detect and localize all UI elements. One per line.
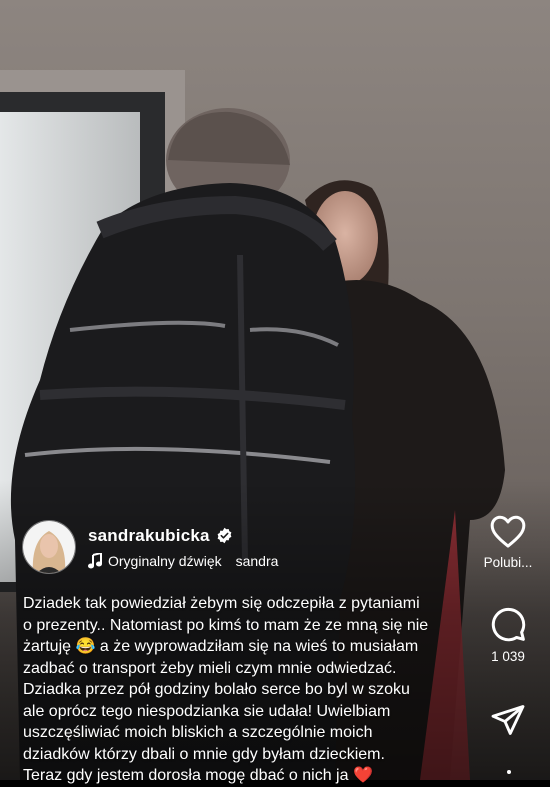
- caption-line: Dziadka przez pół godziny bolało serce b…: [23, 681, 410, 698]
- post-author: sandrakubicka Oryginalny dźwięk sandra: [22, 520, 278, 574]
- caption-line: żartuję 😂 a że wyprowadziłam się na wieś…: [23, 638, 419, 655]
- share-action[interactable]: [478, 702, 538, 738]
- username[interactable]: sandrakubicka: [88, 526, 210, 546]
- audio-title: Oryginalny dźwięk: [108, 552, 222, 569]
- music-note-icon: [88, 552, 102, 568]
- like-action[interactable]: Polubi...: [478, 513, 538, 570]
- comment-bubble-icon[interactable]: [489, 605, 527, 643]
- more-options-icon[interactable]: [507, 770, 511, 774]
- caption-line: ale oprócz tego niespodzianka sie udała!…: [23, 702, 391, 720]
- post-caption[interactable]: Dziadek tak powiedział żebym się odczepi…: [23, 593, 491, 787]
- laughing-emoji: 😂: [75, 638, 96, 655]
- caption-line: Teraz gdy jestem dorosła mogę dbać o nic…: [23, 767, 373, 784]
- caption-line: dziadków którzy dbali o mnie gdy byłam d…: [23, 745, 385, 763]
- comment-count: 1 039: [491, 649, 525, 664]
- verified-badge-icon: [217, 527, 232, 544]
- heart-icon[interactable]: [489, 513, 527, 549]
- like-label: Polubi...: [483, 555, 533, 570]
- caption-line: zadbać o transport żeby mieli czym mnie …: [23, 659, 397, 677]
- audio-artist: sandra: [235, 552, 279, 569]
- caption-line: Dziadek tak powiedział żebym się odczepi…: [23, 595, 420, 612]
- paper-plane-icon[interactable]: [490, 702, 526, 738]
- caption-line: uszczęśliwiać moich bliskich a szczególn…: [23, 724, 373, 741]
- audio-attribution[interactable]: Oryginalny dźwięk sandra: [88, 552, 279, 569]
- heart-emoji: ❤️: [352, 767, 373, 784]
- avatar[interactable]: [22, 520, 76, 574]
- comment-action[interactable]: 1 039: [478, 605, 538, 664]
- caption-line: o prezenty.. Natomiast po kimś to mam że…: [23, 616, 429, 634]
